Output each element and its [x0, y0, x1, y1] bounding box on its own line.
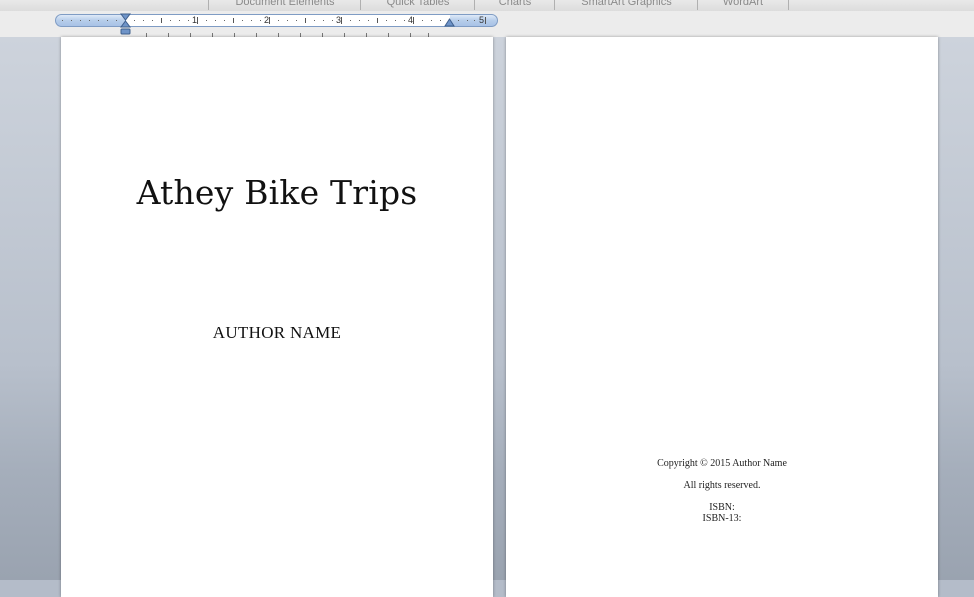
ruler-dot — [260, 20, 261, 21]
ruler-dot — [278, 20, 279, 21]
ruler-dot — [287, 20, 288, 21]
document-page-2[interactable]: Copyright © 2015 Author Name All rights … — [506, 37, 938, 597]
ruler-dot — [467, 20, 468, 21]
rights-line[interactable]: All rights reserved. — [506, 480, 938, 491]
horizontal-ruler[interactable]: 1 2 3 4 5 — [0, 11, 974, 37]
ruler-dot — [350, 20, 351, 21]
first-line-indent-marker-icon[interactable] — [120, 13, 131, 37]
ruler-dot — [188, 20, 189, 21]
ruler-inch-tick — [197, 17, 198, 24]
ruler-inch-tick — [269, 17, 270, 24]
ruler-dot — [62, 20, 63, 21]
ruler-dot — [296, 20, 297, 21]
ruler-dot — [80, 20, 81, 21]
ruler-dot — [215, 20, 216, 21]
ruler-dot — [314, 20, 315, 21]
ruler-dot — [206, 20, 207, 21]
ruler-dot — [179, 20, 180, 21]
ruler-dot — [116, 20, 117, 21]
isbn-line[interactable]: ISBN: — [506, 502, 938, 513]
ruler-dot — [242, 20, 243, 21]
ribbon-tab-wordart[interactable]: WordArt — [697, 0, 789, 10]
ruler-dot — [134, 20, 135, 21]
ruler-dot — [458, 20, 459, 21]
ruler-dot — [71, 20, 72, 21]
ribbon-tab-document-elements[interactable]: Document Elements — [208, 0, 361, 10]
isbn13-line[interactable]: ISBN-13: — [506, 513, 938, 524]
ruler-half-tick — [161, 18, 162, 23]
ruler-dot — [323, 20, 324, 21]
ruler-dot — [251, 20, 252, 21]
ruler-inch-tick — [413, 17, 414, 24]
ruler-half-tick — [377, 18, 378, 23]
document-page-1[interactable]: Athey Bike Trips AUTHOR NAME — [61, 37, 493, 597]
ruler-dot — [143, 20, 144, 21]
right-indent-marker-icon[interactable] — [444, 18, 455, 27]
ruler-dot — [404, 20, 405, 21]
ruler-dot — [431, 20, 432, 21]
ruler-dot — [422, 20, 423, 21]
author-name[interactable]: AUTHOR NAME — [61, 323, 493, 343]
ribbon-tab-smartart-graphics[interactable]: SmartArt Graphics — [554, 0, 698, 10]
ruler-dot — [98, 20, 99, 21]
ruler-number: 5 — [479, 15, 485, 25]
ruler-dot — [224, 20, 225, 21]
ruler-dot — [368, 20, 369, 21]
book-title[interactable]: Athey Bike Trips — [61, 173, 493, 212]
ruler-dot — [474, 20, 475, 21]
ruler-dot — [395, 20, 396, 21]
ruler-dot — [152, 20, 153, 21]
ruler-dot — [386, 20, 387, 21]
ruler-inch-tick — [485, 17, 486, 24]
ruler-dot — [170, 20, 171, 21]
copyright-line[interactable]: Copyright © 2015 Author Name — [506, 458, 938, 469]
ruler-dot — [332, 20, 333, 21]
ruler-dot — [440, 20, 441, 21]
ribbon-tab-quick-tables[interactable]: Quick Tables — [360, 0, 475, 10]
ruler-half-tick — [305, 18, 306, 23]
ruler-dot — [107, 20, 108, 21]
ruler-half-tick — [233, 18, 234, 23]
ruler-inch-tick — [341, 17, 342, 24]
ruler-dot — [89, 20, 90, 21]
ruler-dot — [359, 20, 360, 21]
ribbon-tab-charts[interactable]: Charts — [474, 0, 555, 10]
